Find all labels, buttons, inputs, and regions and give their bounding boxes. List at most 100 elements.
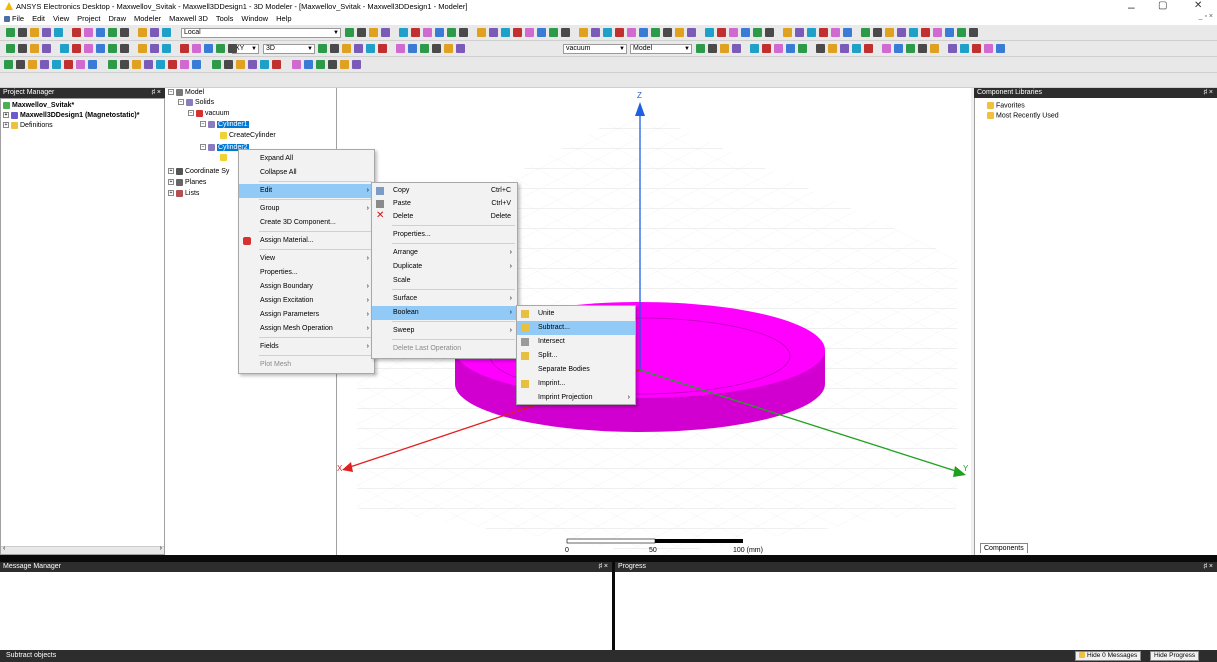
panel-pin-close-icon[interactable]: ♯ × — [1203, 562, 1213, 572]
toolbar-icon-button[interactable] — [72, 28, 81, 37]
toolbar-icon-button[interactable] — [774, 44, 783, 53]
collapse-icon[interactable]: − — [178, 99, 184, 106]
maximize-button[interactable]: ▢ — [1158, 0, 1167, 11]
toolbar-icon-button[interactable] — [28, 60, 37, 69]
menu-item-imprint-projection[interactable]: Imprint Projection › — [517, 391, 635, 405]
toolbar-icon-button[interactable] — [18, 28, 27, 37]
toolbar-icon-button[interactable] — [909, 28, 918, 37]
toolbar-icon-button[interactable] — [381, 28, 390, 37]
toolbar-icon-button[interactable] — [4, 60, 13, 69]
tree-planes[interactable]: + Planes — [168, 178, 206, 188]
toolbar-icon-button[interactable] — [340, 60, 349, 69]
toolbar-icon-button[interactable] — [894, 44, 903, 53]
toolbar-icon-button[interactable] — [591, 28, 600, 37]
toolbar-icon-button[interactable] — [882, 44, 891, 53]
menu-item-assign-mesh-operation[interactable]: Assign Mesh Operation › — [239, 322, 374, 336]
scroll-right-icon[interactable]: › — [160, 545, 162, 552]
expand-icon[interactable]: + — [3, 122, 9, 129]
menu-item-duplicate[interactable]: Duplicate › — [372, 260, 517, 274]
toolbar-icon-button[interactable] — [945, 28, 954, 37]
menu-item-expand-all[interactable]: Expand All — [239, 152, 374, 166]
menu-item-delete[interactable]: ✕ Delete Delete — [372, 210, 517, 224]
toolbar-icon-button[interactable] — [108, 28, 117, 37]
toolbar-icon-button[interactable] — [828, 44, 837, 53]
toolbar-icon-button[interactable] — [969, 28, 978, 37]
coord-system-select[interactable]: Local ▼ — [181, 28, 341, 38]
menu-item-edit[interactable]: Edit › — [239, 184, 374, 198]
dimension-select[interactable]: 3D ▼ — [263, 44, 315, 54]
toolbar-icon-button[interactable] — [720, 44, 729, 53]
menu-item-sweep[interactable]: Sweep › — [372, 324, 517, 338]
toolbar-icon-button[interactable] — [651, 28, 660, 37]
toolbar-icon-button[interactable] — [54, 28, 63, 37]
toolbar-icon-button[interactable] — [168, 60, 177, 69]
toolbar-icon-button[interactable] — [996, 44, 1005, 53]
toolbar-icon-button[interactable] — [292, 60, 301, 69]
tab-components[interactable]: Components — [980, 543, 1028, 553]
toolbar-icon-button[interactable] — [318, 44, 327, 53]
toolbar-icon-button[interactable] — [144, 60, 153, 69]
collapse-icon[interactable]: − — [168, 89, 174, 96]
menu-item-assign-parameters[interactable]: Assign Parameters › — [239, 308, 374, 322]
toolbar-icon-button[interactable] — [933, 28, 942, 37]
menu-tools[interactable]: Tools — [216, 14, 234, 23]
toolbar-icon-button[interactable] — [84, 28, 93, 37]
toolbar-icon-button[interactable] — [948, 44, 957, 53]
toolbar-icon-button[interactable] — [204, 44, 213, 53]
panel-pin-close-icon[interactable]: ♯ × — [1203, 88, 1213, 98]
scroll-left-icon[interactable]: ‹ — [3, 545, 5, 552]
tree-create-cylinder-2[interactable] — [220, 153, 229, 163]
toolbar-icon-button[interactable] — [216, 44, 225, 53]
toolbar-icon-button[interactable] — [354, 44, 363, 53]
toolbar-icon-button[interactable] — [64, 60, 73, 69]
toolbar-icon-button[interactable] — [330, 44, 339, 53]
toolbar-icon-button[interactable] — [957, 28, 966, 37]
menu-item-unite[interactable]: Unite — [517, 307, 635, 321]
toolbar-icon-button[interactable] — [180, 44, 189, 53]
toolbar-icon-button[interactable] — [663, 28, 672, 37]
toolbar-icon-button[interactable] — [328, 60, 337, 69]
toolbar-icon-button[interactable] — [930, 44, 939, 53]
toolbar-icon-button[interactable] — [501, 28, 510, 37]
toolbar-icon-button[interactable] — [236, 60, 245, 69]
toolbar-icon-button[interactable] — [138, 28, 147, 37]
toolbar-icon-button[interactable] — [408, 44, 417, 53]
menu-item-view[interactable]: View › — [239, 252, 374, 266]
menu-item-intersect[interactable]: Intersect — [517, 335, 635, 349]
menu-item-collapse-all[interactable]: Collapse All — [239, 166, 374, 180]
menu-item-copy[interactable]: Copy Ctrl+C — [372, 184, 517, 198]
toolbar-icon-button[interactable] — [708, 44, 717, 53]
menu-item-properties[interactable]: Properties... — [239, 266, 374, 280]
toolbar-icon-button[interactable] — [42, 44, 51, 53]
toolbar-icon-button[interactable] — [411, 28, 420, 37]
toolbar-icon-button[interactable] — [897, 28, 906, 37]
toolbar-icon-button[interactable] — [366, 44, 375, 53]
toolbar-icon-button[interactable] — [138, 44, 147, 53]
toolbar-icon-button[interactable] — [447, 28, 456, 37]
toolbar-icon-button[interactable] — [52, 60, 61, 69]
toolbar-icon-button[interactable] — [765, 28, 774, 37]
toolbar-icon-button[interactable] — [16, 60, 25, 69]
menu-edit[interactable]: Edit — [32, 14, 45, 23]
hide-progress-button[interactable]: Hide Progress — [1150, 651, 1200, 661]
toolbar-icon-button[interactable] — [352, 60, 361, 69]
library-favorites[interactable]: Favorites — [987, 102, 1025, 109]
tree-project[interactable]: Maxwellov_Svitak* — [3, 101, 74, 111]
toolbar-icon-button[interactable] — [885, 28, 894, 37]
toolbar-icon-button[interactable] — [60, 44, 69, 53]
menu-item-imprint[interactable]: Imprint... — [517, 377, 635, 391]
menu-item-scale[interactable]: Scale — [372, 274, 517, 288]
toolbar-icon-button[interactable] — [687, 28, 696, 37]
toolbar-icon-button[interactable] — [807, 28, 816, 37]
toolbar-icon-button[interactable] — [88, 60, 97, 69]
tree-lists[interactable]: + Lists — [168, 189, 199, 199]
toolbar-icon-button[interactable] — [906, 44, 915, 53]
toolbar-icon-button[interactable] — [248, 60, 257, 69]
toolbar-icon-button[interactable] — [489, 28, 498, 37]
collapse-icon[interactable]: − — [200, 121, 206, 128]
menu-help[interactable]: Help — [276, 14, 291, 23]
toolbar-icon-button[interactable] — [639, 28, 648, 37]
toolbar-icon-button[interactable] — [831, 28, 840, 37]
toolbar-icon-button[interactable] — [18, 44, 27, 53]
toolbar-icon-button[interactable] — [228, 44, 237, 53]
